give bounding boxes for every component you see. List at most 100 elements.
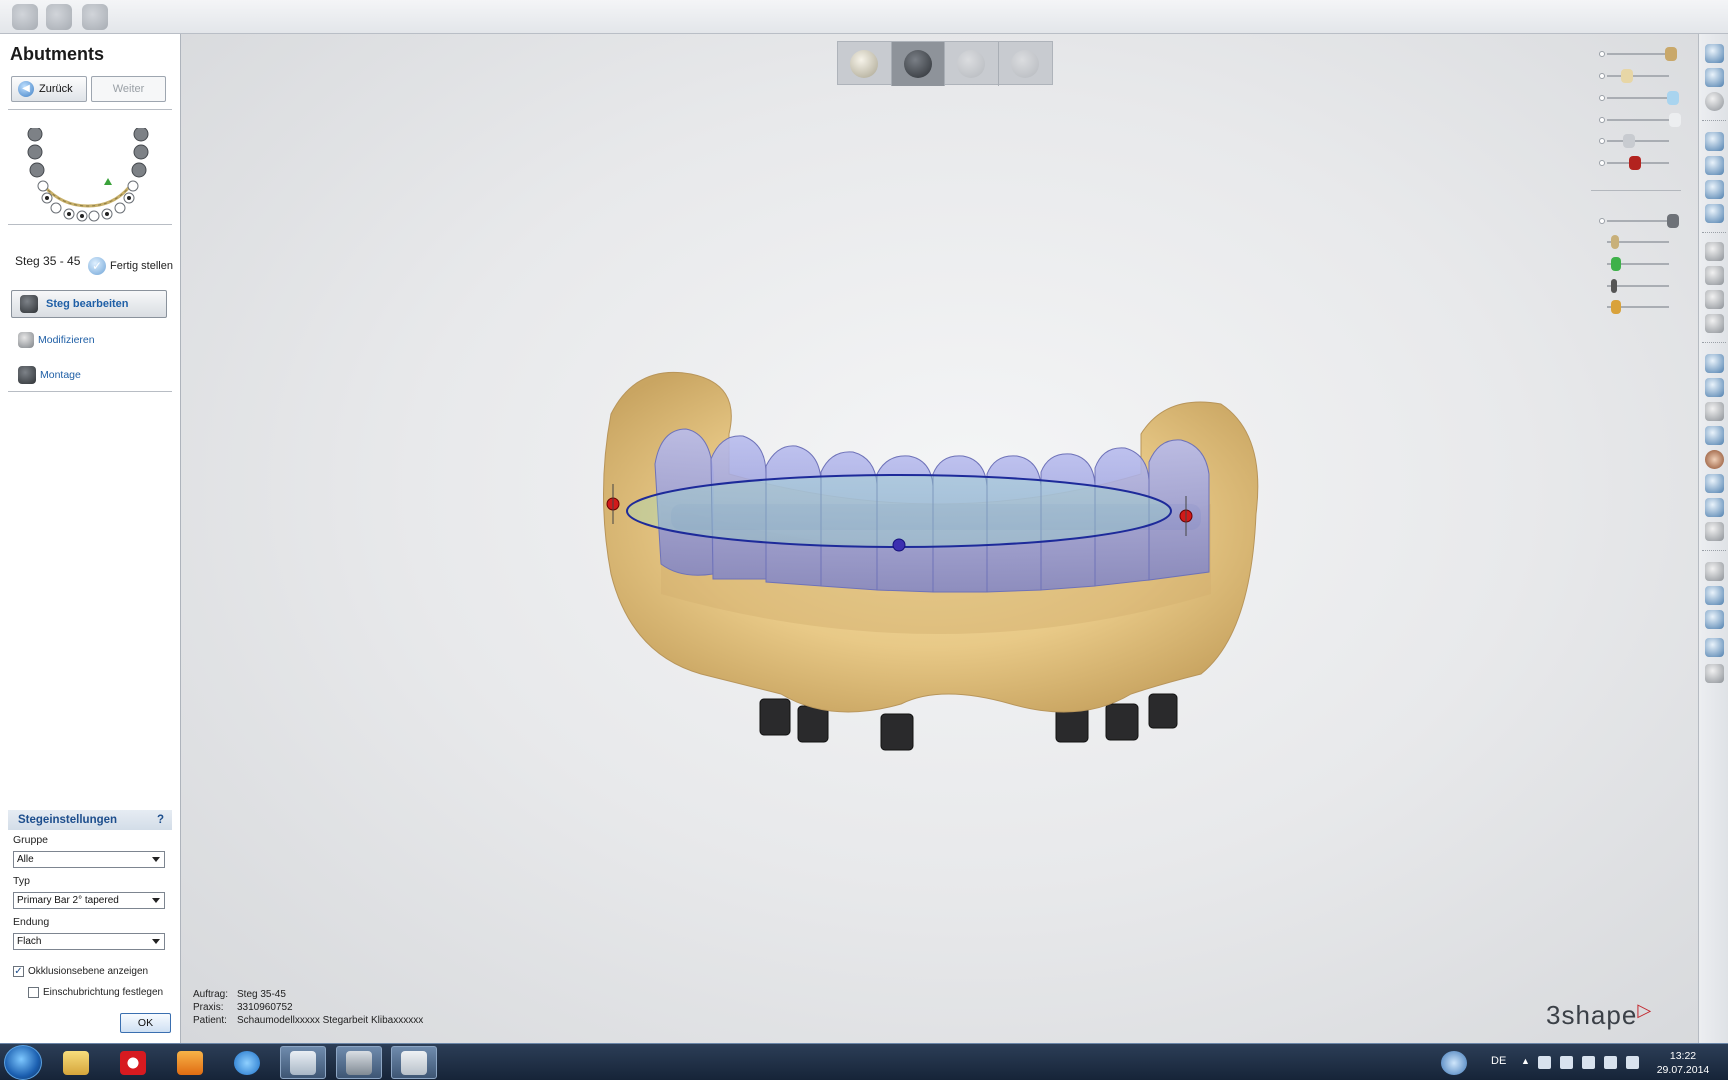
chevron-down-icon — [152, 898, 160, 903]
view-top-icon[interactable] — [1705, 180, 1724, 199]
tooth-view-icon[interactable] — [1705, 664, 1724, 683]
network-app-icon — [1441, 1050, 1467, 1075]
warning-icon[interactable] — [1705, 474, 1724, 493]
visibility-slider[interactable] — [1599, 235, 1679, 249]
group-label: Gruppe — [13, 834, 49, 846]
cylinder-icon[interactable] — [1705, 426, 1724, 445]
fit-view-icon[interactable] — [1705, 68, 1724, 87]
visibility-slider[interactable] — [1599, 156, 1679, 170]
insertion-checkbox[interactable] — [28, 987, 39, 998]
dental-app-task[interactable] — [280, 1046, 326, 1079]
jaw-diagram[interactable] — [22, 128, 152, 238]
ending-select[interactable]: Flach — [13, 933, 165, 950]
occlusion-checkbox[interactable]: ✓ — [13, 966, 24, 977]
designer-task[interactable] — [391, 1046, 437, 1079]
occlusion-label: Okklusionsebene anzeigen — [28, 966, 149, 977]
mount-link[interactable]: Montage — [18, 366, 81, 384]
tool-icon-1[interactable] — [12, 4, 38, 30]
dental-model[interactable] — [181, 34, 1698, 1043]
scanner-icon — [346, 1050, 372, 1075]
section-icon[interactable] — [1705, 498, 1724, 517]
occlusion-checkbox-row[interactable]: ✓ Okklusionsebene anzeigen — [13, 966, 148, 977]
tool-icon[interactable] — [1705, 354, 1724, 373]
3d-viewport[interactable]: Auftrag: Steg 35-45 Praxis: 3310960752 Pat… — [181, 34, 1698, 1043]
view-front-icon[interactable] — [1705, 132, 1724, 151]
practice-value: 3310960752 — [237, 1002, 293, 1013]
visibility-slider[interactable] — [1599, 300, 1679, 314]
prep-icon — [850, 50, 879, 78]
help-icon[interactable]: ? — [157, 810, 164, 830]
tray-icon-1[interactable] — [1538, 1056, 1551, 1069]
step-finish[interactable] — [999, 42, 1053, 86]
folder-icon — [63, 1050, 89, 1075]
insertion-checkbox-row[interactable]: Einschubrichtung festlegen — [28, 987, 163, 998]
divider — [1591, 190, 1681, 191]
brush-icon[interactable] — [1705, 242, 1724, 261]
visibility-slider[interactable] — [1599, 134, 1679, 148]
type-select[interactable]: Primary Bar 2° tapered — [13, 892, 165, 909]
volume-icon[interactable] — [1626, 1056, 1639, 1069]
step-preparation[interactable] — [838, 42, 892, 86]
visibility-slider[interactable] — [1599, 47, 1679, 61]
visibility-slider[interactable] — [1599, 69, 1679, 83]
finish-button[interactable]: ✓ Fertig stellen — [88, 257, 173, 275]
tray-icon-2[interactable] — [1582, 1056, 1595, 1069]
modify-link[interactable]: Modifizieren — [18, 332, 95, 348]
camera-icon[interactable] — [1705, 522, 1724, 541]
view-side-icon[interactable] — [1705, 156, 1724, 175]
step-abutment[interactable] — [891, 42, 945, 86]
order-info: Auftrag: Steg 35-45 Praxis: 3310960752 Pat… — [193, 988, 423, 1027]
visibility-slider[interactable] — [1599, 113, 1681, 127]
close-icon[interactable] — [1705, 44, 1724, 63]
show-hidden-icon[interactable]: ▲ — [1521, 1056, 1530, 1069]
visibility-slider[interactable] — [1599, 214, 1679, 228]
back-button[interactable]: ◀ Zurück — [11, 76, 87, 102]
language-indicator[interactable]: DE — [1491, 1055, 1506, 1067]
start-button[interactable] — [4, 1045, 42, 1080]
sphere-icon[interactable] — [1705, 92, 1724, 111]
media-task[interactable] — [167, 1046, 213, 1079]
view-bottom-icon[interactable] — [1705, 204, 1724, 223]
chevron-down-icon — [152, 857, 160, 862]
articulator-icon[interactable] — [1705, 402, 1724, 421]
ruler-icon[interactable] — [1705, 610, 1724, 629]
scanner-task[interactable] — [336, 1046, 382, 1079]
tool-icon-3[interactable] — [82, 4, 108, 30]
cut-icon[interactable] — [1705, 290, 1724, 309]
tray-icon-3[interactable] — [1604, 1056, 1617, 1069]
model-icon[interactable] — [1705, 378, 1724, 397]
ie-icon — [234, 1050, 260, 1075]
practice-key: Praxis: — [193, 1002, 224, 1013]
tool-icon-2[interactable] — [46, 4, 72, 30]
bar-icon — [20, 295, 38, 313]
finish-step-icon — [1011, 50, 1040, 78]
flag-icon[interactable] — [1560, 1056, 1573, 1069]
next-button[interactable]: Weiter — [91, 76, 166, 102]
ok-button[interactable]: OK — [120, 1013, 171, 1033]
arrow-left-icon: ◀ — [18, 81, 34, 97]
jaw-view-icon[interactable] — [1705, 638, 1724, 657]
steg-edit-button[interactable]: Steg bearbeiten — [11, 290, 167, 318]
finish-label: Fertig stellen — [110, 260, 173, 272]
visibility-slider[interactable] — [1599, 91, 1679, 105]
explorer-task[interactable] — [53, 1046, 99, 1079]
shape-icon[interactable] — [1705, 314, 1724, 333]
app-task[interactable] — [110, 1046, 156, 1079]
cube-icon[interactable] — [1705, 562, 1724, 581]
visibility-slider[interactable] — [1599, 279, 1679, 293]
group-value: Alle — [17, 854, 34, 865]
visibility-slider[interactable] — [1599, 257, 1679, 271]
tray-app[interactable] — [1434, 1046, 1474, 1079]
measure-icon[interactable] — [1705, 266, 1724, 285]
settings-header[interactable]: Stegeinstellungen ? — [8, 810, 172, 830]
browser-task[interactable] — [224, 1046, 270, 1079]
mount-label: Montage — [40, 369, 81, 381]
step-crown[interactable] — [945, 42, 999, 86]
clock[interactable]: 13:22 29.07.2014 — [1648, 1049, 1718, 1077]
divider — [1702, 232, 1726, 233]
group-select[interactable]: Alle — [13, 851, 165, 868]
face-icon[interactable] — [1705, 450, 1724, 469]
divider — [1702, 550, 1726, 551]
divider — [8, 224, 172, 225]
axis-icon[interactable] — [1705, 586, 1724, 605]
